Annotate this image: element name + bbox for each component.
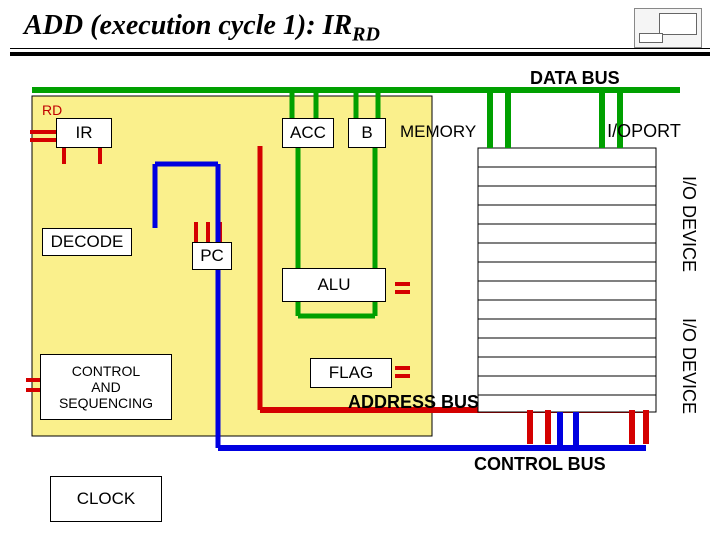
io-port-line-1: I/O <box>607 122 631 142</box>
pc-box: PC <box>192 242 232 270</box>
ir-box: IR <box>56 118 112 148</box>
io-port-label: I/O PORT <box>604 112 684 152</box>
memory-stack <box>478 148 656 412</box>
clock-box: CLOCK <box>50 476 162 522</box>
acc-box: ACC <box>282 118 334 148</box>
control-line-3: SEQUENCING <box>59 395 153 411</box>
decode-box: DECODE <box>42 228 132 256</box>
data-bus-label: DATA BUS <box>530 68 620 89</box>
diagram-stage: ADD (execution cycle 1): IRRD <box>0 0 720 540</box>
rd-annotation: RD <box>42 102 62 118</box>
alu-box: ALU <box>282 268 386 302</box>
control-line-1: CONTROL <box>72 363 140 379</box>
b-box: B <box>348 118 386 148</box>
control-bus-label: CONTROL BUS <box>474 454 606 475</box>
control-sequencing-box: CONTROL AND SEQUENCING <box>40 354 172 420</box>
io-device-1-label: I/O DEVICE <box>678 176 699 272</box>
control-line-2: AND <box>91 379 121 395</box>
memory-label: MEMORY <box>394 118 520 146</box>
io-port-line-2: PORT <box>631 122 681 142</box>
io-device-2-label: I/O DEVICE <box>678 318 699 414</box>
address-bus-label: ADDRESS BUS <box>348 392 479 413</box>
flag-box: FLAG <box>310 358 392 388</box>
